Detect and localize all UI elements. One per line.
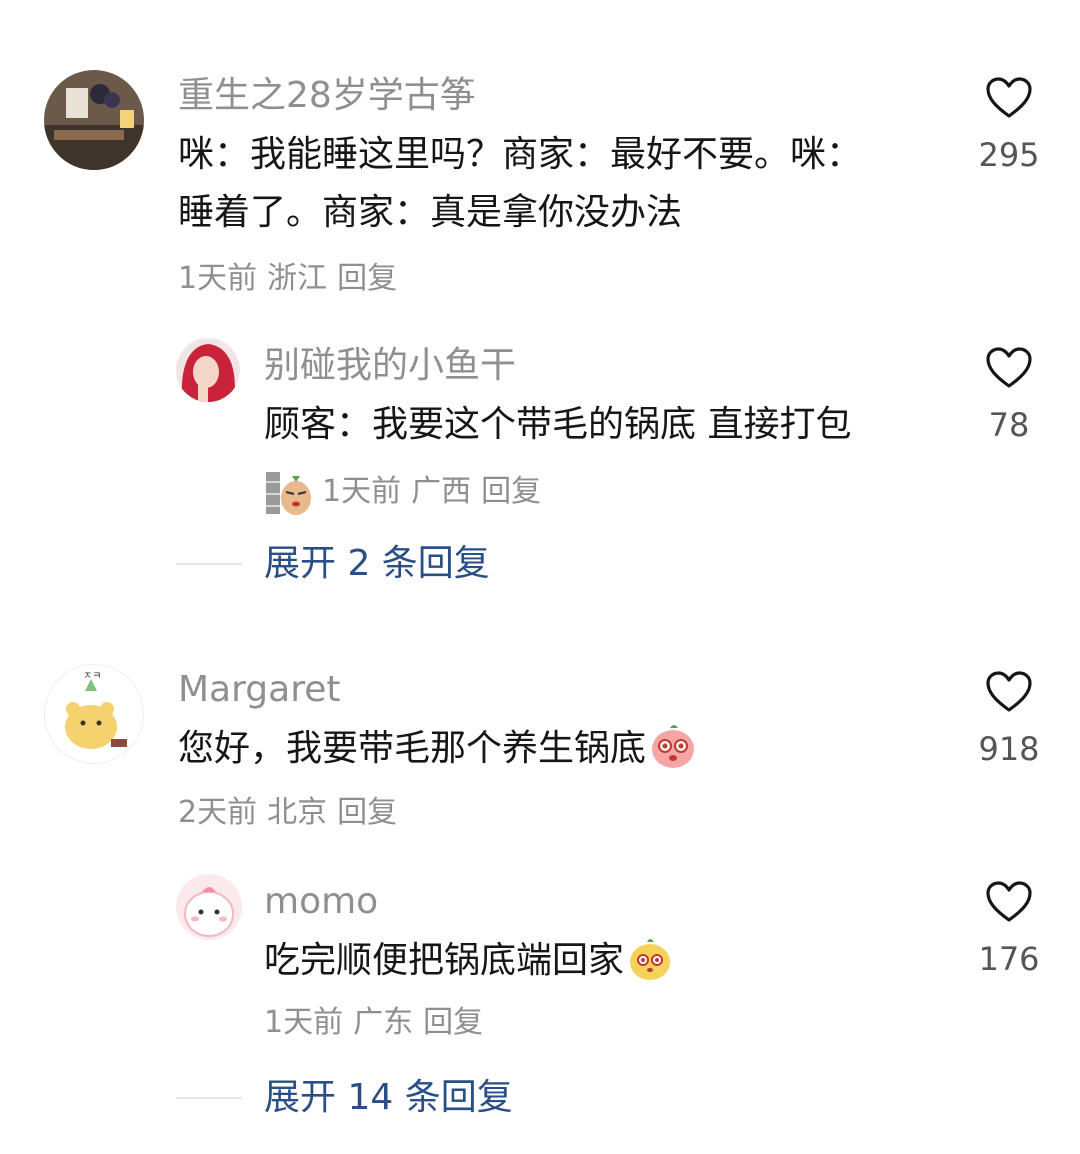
comment-time: 2天前	[178, 795, 258, 830]
comment-username[interactable]: Margaret	[178, 668, 340, 712]
reply-username[interactable]: 别碰我的小鱼干	[264, 344, 516, 388]
comment-text-line: 咪：我能睡这里吗？商家：最好不要。咪：	[178, 134, 863, 175]
like-count: 78	[988, 406, 1030, 444]
like-heart-icon[interactable]	[985, 880, 1033, 924]
reply-meta: 1天前 广东 回复	[264, 1004, 493, 1042]
reply-meta: 1天前 广西 回复	[264, 468, 551, 516]
svg-text:ㅈㅋ: ㅈㅋ	[83, 671, 101, 682]
peeking-potato-emoji-icon	[266, 472, 311, 515]
comment-username[interactable]: 重生之28岁学古筝	[178, 74, 476, 118]
like-count: 918	[978, 730, 1040, 768]
reply-username[interactable]: momo	[264, 880, 378, 924]
expand-replies-button[interactable]: 展开 2 条回复	[264, 542, 490, 586]
comment-text-line: 睡着了。商家：真是拿你没办法	[178, 192, 683, 233]
reply-location: 广西	[411, 474, 472, 509]
avatar[interactable]: ㅈㅋ	[44, 664, 144, 764]
comment-meta: 2天前 北京 回复	[178, 794, 407, 832]
like-heart-icon[interactable]	[985, 670, 1033, 714]
avatar[interactable]	[44, 70, 144, 170]
reply-text: 吃完顺便把锅底端回家	[264, 932, 674, 990]
divider	[176, 1097, 242, 1099]
like-heart-icon[interactable]	[985, 76, 1033, 120]
reply-button[interactable]: 回复	[423, 1005, 483, 1040]
reply-button[interactable]: 回复	[337, 261, 397, 296]
reply-text-content: 吃完顺便把锅底端回家	[264, 940, 625, 981]
reply-button[interactable]: 回复	[481, 473, 541, 511]
expand-replies-button[interactable]: 展开 14 条回复	[264, 1076, 513, 1120]
expand-replies[interactable]: 展开 2 条回复	[176, 542, 490, 586]
comment-text: 咪：我能睡这里吗？商家：最好不要。咪： 睡着了。商家：真是拿你没办法	[178, 126, 918, 242]
reply-text: 顾客：我要这个带毛的锅底 直接打包	[264, 404, 852, 445]
comment-meta: 1天前 浙江 回复	[178, 260, 407, 298]
reply-time: 1天前	[322, 474, 402, 509]
comment-time: 1天前	[178, 261, 258, 296]
comment-text-content: 您好，我要带毛那个养生锅底	[178, 728, 647, 769]
yellow-blob-emoji-icon	[630, 939, 671, 980]
expand-replies[interactable]: 展开 14 条回复	[176, 1076, 513, 1120]
like-count: 176	[978, 940, 1040, 978]
reply-time: 1天前	[264, 1005, 344, 1040]
divider	[176, 563, 242, 565]
like-count: 295	[978, 136, 1040, 174]
like-heart-icon[interactable]	[985, 346, 1033, 390]
reply-button[interactable]: 回复	[337, 795, 397, 830]
avatar[interactable]	[176, 338, 240, 402]
comment-location: 北京	[267, 795, 328, 830]
avatar[interactable]	[176, 874, 242, 940]
comment-location: 浙江	[267, 261, 328, 296]
comment-text: 您好，我要带毛那个养生锅底	[178, 720, 698, 778]
pink-blob-emoji-icon	[652, 725, 695, 768]
reply-location: 广东	[353, 1005, 414, 1040]
